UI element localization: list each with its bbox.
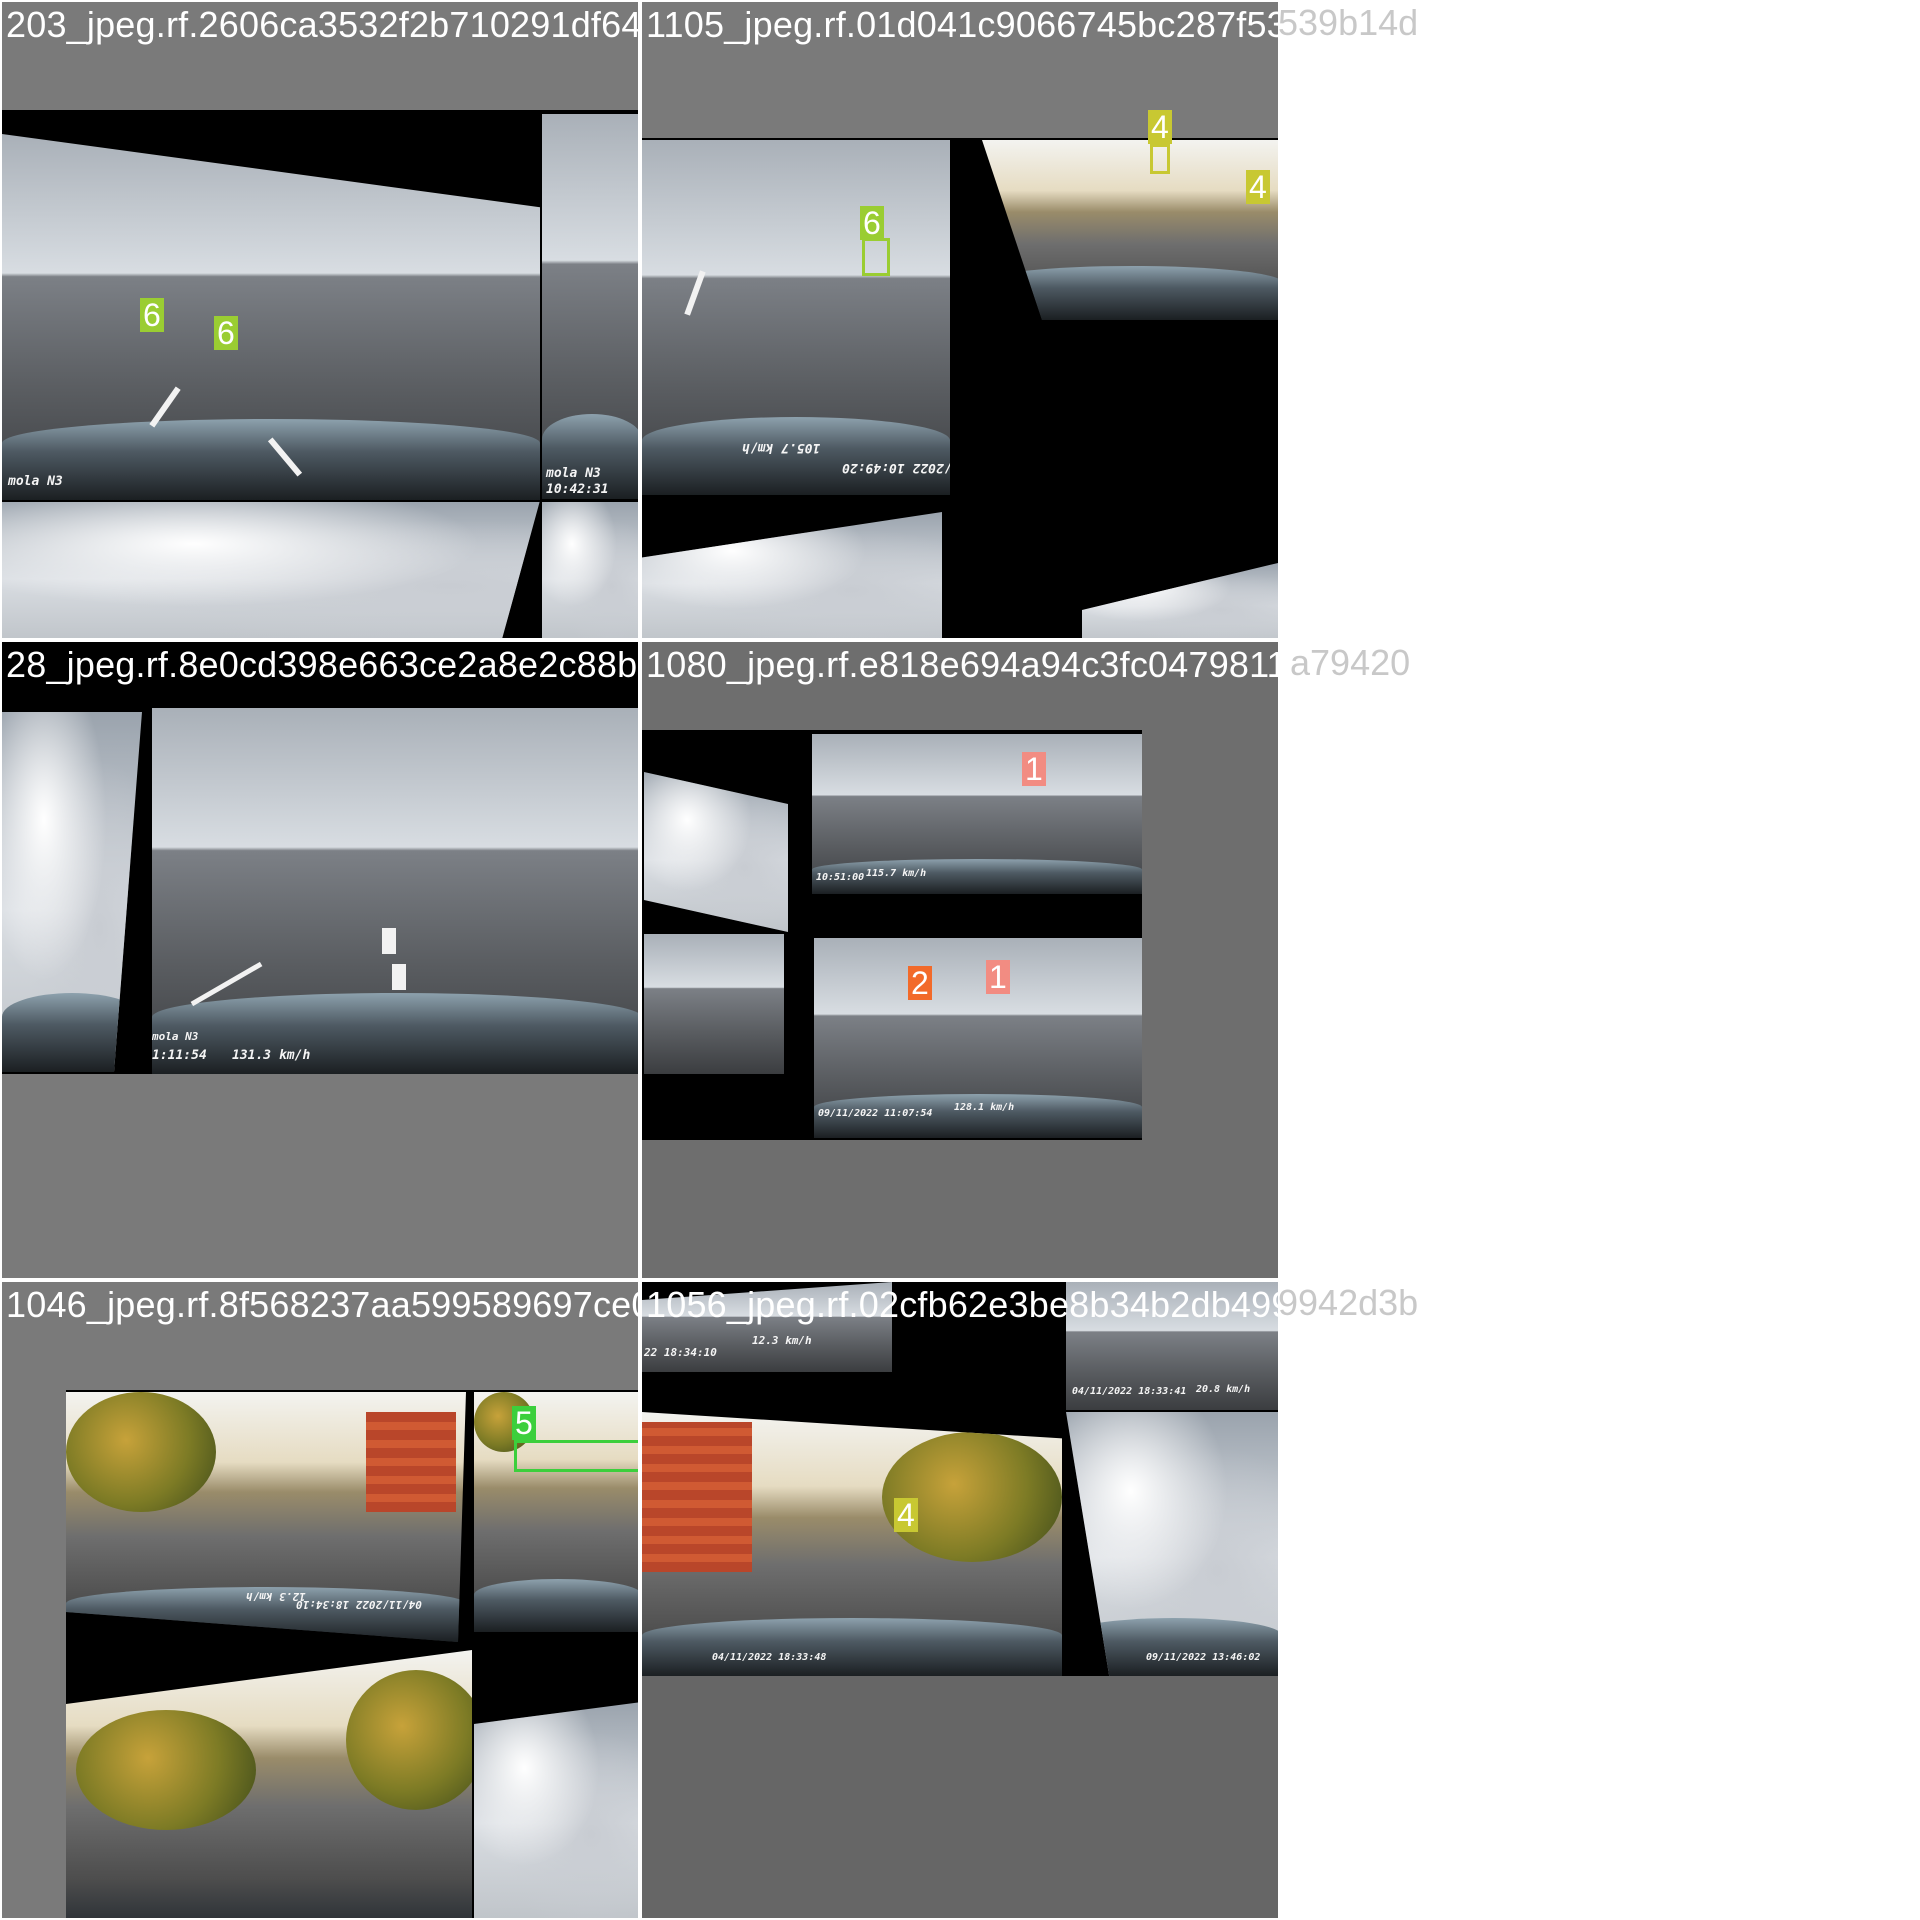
class-label: 4 bbox=[894, 1498, 918, 1532]
dashcam-overlay-text: 04/11/2022 18:34:10 bbox=[296, 1598, 422, 1611]
mosaic-cell-4: 10:51:00 115.7 km/h 09/11/2022 11:07:54 … bbox=[640, 640, 1280, 1280]
mosaic-cell-1: mola N3 mola N3 10:42:31 6 6 203_jpeg.rf… bbox=[0, 0, 640, 640]
dashcam-overlay-text: 115.7 km/h bbox=[866, 868, 927, 879]
dashcam-overlay-text: mola N3 bbox=[546, 466, 601, 481]
image-filename-overflow: a79420 bbox=[1290, 642, 1411, 683]
dashcam-overlay-text: 20.8 km/h bbox=[1196, 1384, 1251, 1395]
dashcam-overlay-text: 12.3 km/h bbox=[752, 1334, 812, 1347]
road-image: 10:51:00 115.7 km/h bbox=[812, 734, 1142, 894]
car-dashboard bbox=[152, 993, 638, 1074]
class-label: 1 bbox=[986, 960, 1010, 994]
image-filename: 1046_jpeg.rf.8f568237aa599589697ce0b6f39 bbox=[6, 1284, 638, 1325]
lane-marking bbox=[684, 270, 706, 316]
street-image bbox=[474, 1392, 638, 1632]
class-label: 6 bbox=[214, 316, 238, 350]
road-image: mola N3 1:11:54 131.3 km/h bbox=[152, 708, 638, 1074]
building bbox=[366, 1412, 456, 1512]
mosaic-cell-6: 22 18:34:10 12.3 km/h 04/11/2022 18:33:4… bbox=[640, 1280, 1280, 1920]
dashcam-overlay-text: mola N3 bbox=[152, 1030, 199, 1043]
dashcam-overlay-text: 04/11/2022 18:33:41 bbox=[1072, 1386, 1187, 1397]
dashcam-overlay-text: 04/11/2022 18:33:48 bbox=[712, 1652, 827, 1663]
dashcam-overlay-text: 12.3 km/h bbox=[246, 1590, 306, 1603]
class-label: 4 bbox=[1148, 110, 1172, 144]
tree bbox=[76, 1710, 256, 1830]
image-filename: 1105_jpeg.rf.01d041c9066745bc287f539b14d bbox=[646, 4, 1280, 45]
tree bbox=[346, 1670, 472, 1810]
dashcam-overlay-text: 09/11/2022 11:07:54 bbox=[818, 1108, 933, 1119]
dashcam-overlay-text: 1:11:54 bbox=[152, 1048, 207, 1063]
image-filename: 28_jpeg.rf.8e0cd398e663ce2a8e2c88bb60d8a bbox=[6, 644, 638, 685]
dashcam-overlay-text: 09/11/2022 13:46:02 bbox=[1146, 1652, 1261, 1663]
dashcam-overlay-text: 131.3 km/h bbox=[232, 1048, 311, 1063]
image-filename: 1080_jpeg.rf.e818e694a94c3fc0479811a7942… bbox=[646, 644, 1280, 685]
dashcam-overlay-text: 10:51:00 bbox=[816, 872, 865, 883]
dashcam-overlay-text: /2022 10:49:20 bbox=[842, 460, 950, 475]
mosaic-cell-3: mola N3 1:11:54 131.3 km/h 28_jpeg.rf.8e… bbox=[0, 640, 640, 1280]
dashcam-overlay-text: 105.7 km/h bbox=[742, 440, 821, 455]
mosaic-cell-5: 04/11/2022 18:34:10 12.3 km/h 5 1046_jpe… bbox=[0, 1280, 640, 1920]
image-filename-overflow: 9942d3b bbox=[1278, 1282, 1419, 1323]
bounding-box bbox=[514, 1440, 638, 1472]
lane-marking bbox=[392, 964, 406, 990]
sky-image bbox=[474, 1702, 638, 1918]
image-filename-overflow: 539b14d bbox=[1278, 2, 1419, 43]
street-image: 04/11/2022 18:34:10 12.3 km/h bbox=[66, 1392, 466, 1642]
sky-image bbox=[542, 502, 638, 638]
class-label: 6 bbox=[140, 298, 164, 332]
bounding-box bbox=[862, 238, 890, 276]
class-label: 1 bbox=[1022, 752, 1046, 786]
car-dashboard bbox=[474, 1579, 638, 1632]
image-filename: 1056_jpeg.rf.02cfb62e3be8b34b2db49942d3b bbox=[646, 1284, 1278, 1325]
mosaic-cell-2: 105.7 km/h /2022 10:49:20 6 4 4 1105_jpe… bbox=[640, 0, 1280, 640]
road-image: mola N3 10:42:31 bbox=[542, 114, 638, 499]
road-image bbox=[644, 934, 784, 1074]
bounding-box bbox=[1150, 144, 1170, 174]
tree bbox=[66, 1392, 216, 1512]
road-image: 09/11/2022 11:07:54 128.1 km/h bbox=[814, 938, 1142, 1138]
car-dashboard bbox=[642, 416, 950, 495]
mosaic-grid: mola N3 mola N3 10:42:31 6 6 203_jpeg.rf… bbox=[0, 0, 1280, 1920]
dashcam-overlay-text: 22 18:34:10 bbox=[644, 1346, 717, 1359]
class-label: 2 bbox=[908, 966, 932, 1000]
building bbox=[642, 1422, 752, 1572]
car-dashboard bbox=[2, 419, 540, 500]
dashcam-overlay-text: 128.1 km/h bbox=[954, 1102, 1015, 1113]
class-label: 4 bbox=[1246, 170, 1270, 204]
car-dashboard bbox=[642, 1617, 1062, 1676]
class-label: 6 bbox=[860, 206, 884, 240]
image-filename: 203_jpeg.rf.2606ca3532f2b710291df64203c3 bbox=[6, 4, 640, 45]
road-image: 105.7 km/h /2022 10:49:20 bbox=[642, 140, 950, 495]
class-label: 5 bbox=[512, 1406, 536, 1440]
street-image: 04/11/2022 18:33:48 bbox=[642, 1412, 1062, 1676]
dashcam-overlay-text: mola N3 bbox=[8, 474, 63, 489]
lane-marking bbox=[382, 928, 396, 954]
dashcam-overlay-text: 10:42:31 bbox=[546, 482, 609, 497]
